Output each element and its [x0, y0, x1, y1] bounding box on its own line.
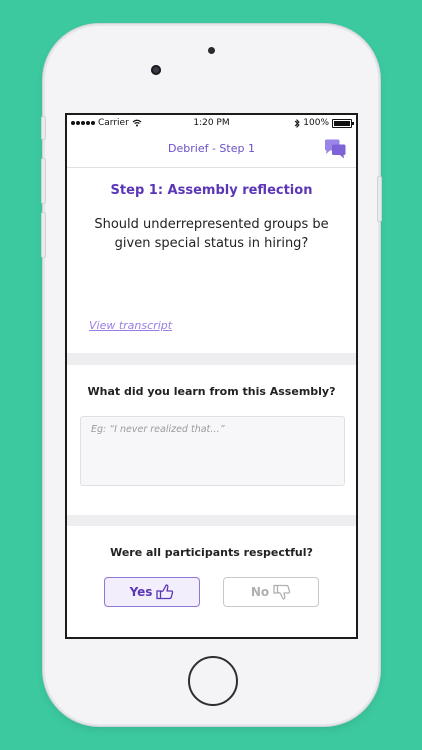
phone-frame: Carrier 1:20 PM 100% Debrief - Step 1 St…	[41, 26, 382, 724]
learn-question-label: What did you learn from this Assembly?	[87, 385, 336, 398]
home-button[interactable]	[188, 656, 238, 706]
step-section: Step 1: Assembly reflection Should under…	[67, 168, 356, 353]
learn-text-input[interactable]: Eg: “I never realized that…”	[80, 416, 345, 486]
no-button-label: No	[250, 585, 270, 599]
view-transcript-link[interactable]: View transcript	[89, 319, 172, 332]
thumbs-up-icon	[156, 584, 174, 600]
question-text: Should underrepresented groups be given …	[94, 217, 329, 251]
nav-title: Debrief - Step 1	[168, 142, 255, 155]
respect-section: Were all participants respectful? Yes No	[67, 526, 356, 637]
no-button[interactable]: No	[223, 577, 319, 607]
navigation-bar: Debrief - Step 1	[67, 131, 356, 168]
volume-down-button	[41, 212, 46, 258]
step-title: Step 1: Assembly reflection	[110, 183, 313, 198]
bluetooth-icon	[294, 118, 300, 128]
learn-input-placeholder: Eg: “I never realized that…”	[91, 424, 225, 435]
respect-question-label: Were all participants respectful?	[110, 546, 313, 559]
battery-percent: 100%	[303, 118, 329, 128]
earpiece-dot	[208, 47, 215, 54]
chat-bubbles-icon[interactable]	[323, 139, 347, 160]
power-button	[377, 176, 382, 222]
mute-switch	[41, 116, 46, 140]
front-camera	[151, 65, 161, 75]
battery-icon	[332, 118, 354, 128]
status-bar: Carrier 1:20 PM 100%	[67, 115, 356, 131]
yes-button-label: Yes	[129, 585, 153, 599]
yes-button[interactable]: Yes	[104, 577, 200, 607]
app-screen: Carrier 1:20 PM 100% Debrief - Step 1 St…	[65, 113, 358, 639]
thumbs-down-icon	[273, 584, 291, 600]
volume-up-button	[41, 158, 46, 204]
learn-section: What did you learn from this Assembly? E…	[67, 365, 356, 515]
section-divider	[67, 353, 356, 365]
section-divider	[67, 515, 356, 526]
